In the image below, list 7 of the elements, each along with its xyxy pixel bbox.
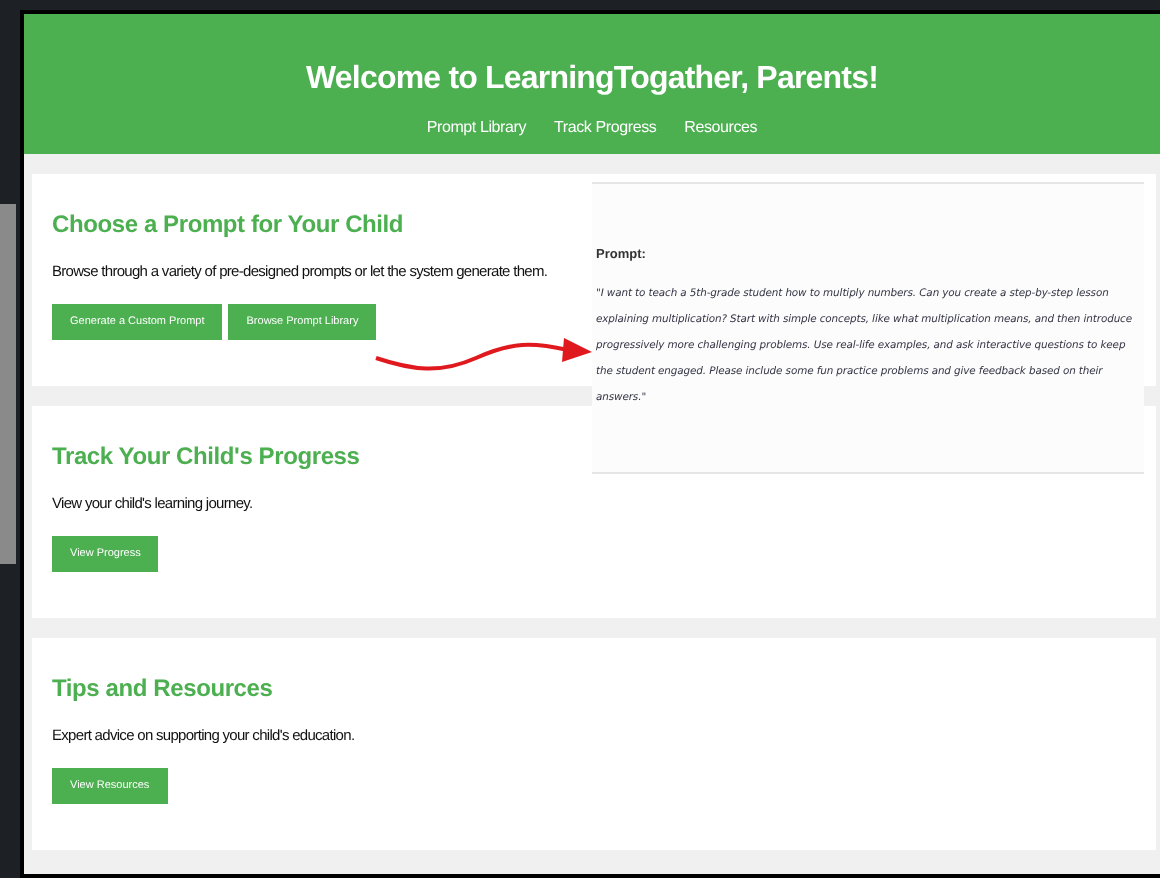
- section-title: Tips and Resources: [52, 674, 275, 702]
- section-title: Choose a Prompt for Your Child: [52, 210, 406, 238]
- nav-link[interactable]: Prompt Library: [426, 118, 527, 136]
- page-title: Welcome to LearningTogather, Parents!: [306, 62, 878, 98]
- section-title: Track Your Child's Progress: [52, 442, 362, 470]
- nav-link[interactable]: Track Progress: [554, 118, 657, 136]
- nav-link[interactable]: Resources: [684, 118, 758, 136]
